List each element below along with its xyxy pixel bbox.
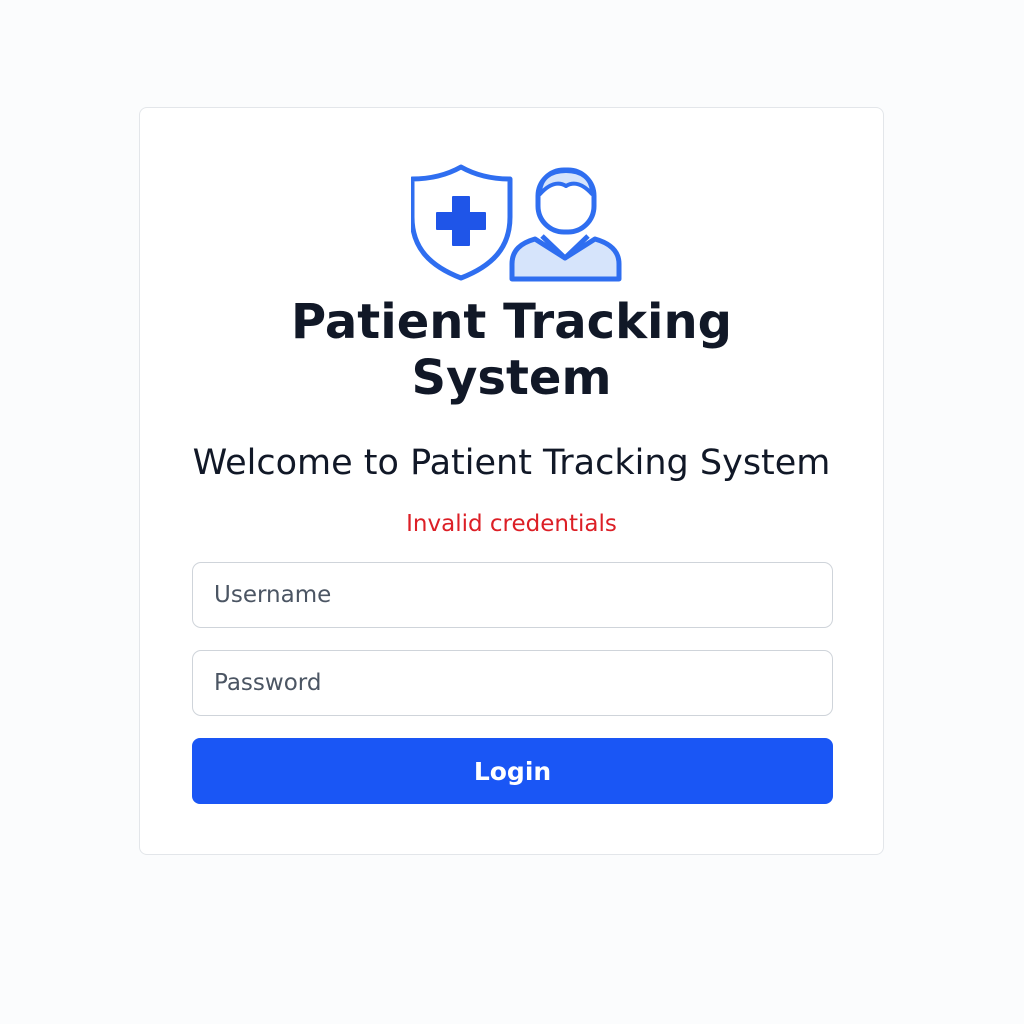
login-button[interactable]: Login [192, 738, 833, 804]
welcome-heading: Welcome to Patient Tracking System [192, 443, 831, 483]
medical-shield-icon [411, 164, 513, 281]
app-title: Patient Tracking System [140, 294, 883, 406]
doctor-avatar-icon [509, 167, 622, 282]
login-card: Patient Tracking System Welcome to Patie… [139, 107, 884, 855]
app-logo [411, 162, 623, 282]
password-input[interactable] [192, 650, 833, 716]
app-title-line-1: Patient Tracking [291, 294, 732, 350]
username-input[interactable] [192, 562, 833, 628]
error-message: Invalid credentials [406, 511, 617, 537]
app-title-line-2: System [411, 350, 612, 406]
